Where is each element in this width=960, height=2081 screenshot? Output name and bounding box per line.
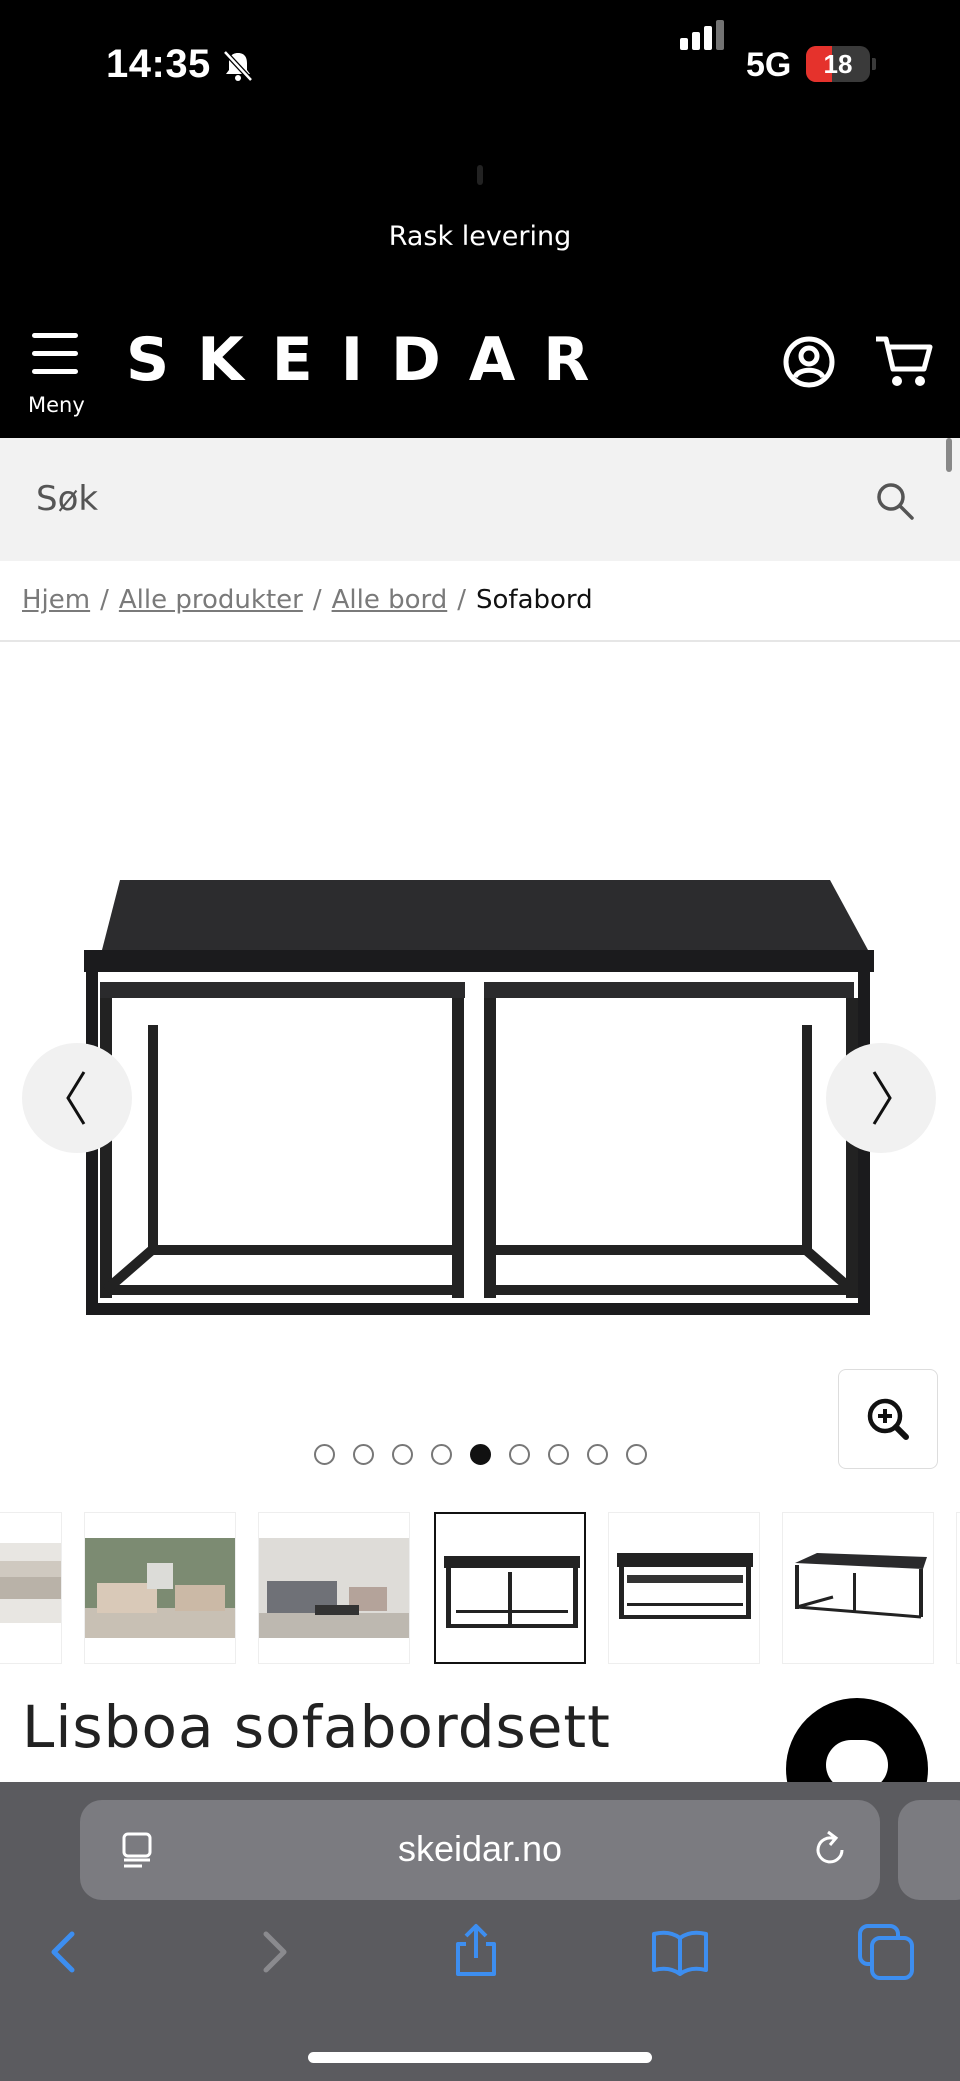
thumbnail-living-room-green[interactable] bbox=[84, 1512, 236, 1664]
breadcrumb-separator: / bbox=[100, 585, 109, 615]
announcement-indicator bbox=[477, 165, 483, 185]
announcement-text: Rask levering bbox=[388, 221, 572, 252]
hamburger-icon bbox=[32, 333, 78, 338]
next-tab-preview[interactable] bbox=[898, 1800, 960, 1900]
breadcrumb: Hjem / Alle produkter / Alle bord / Sofabord bbox=[22, 585, 593, 615]
page-scrollbar[interactable] bbox=[946, 438, 952, 472]
browser-toolbar: skeidar.no bbox=[0, 1782, 960, 2081]
gallery-dot[interactable] bbox=[469, 1444, 491, 1465]
gallery-pagination bbox=[0, 1444, 960, 1465]
site-logo[interactable]: SKEIDAR bbox=[126, 325, 617, 395]
prev-image-button[interactable] bbox=[22, 1043, 132, 1153]
reload-icon[interactable] bbox=[808, 1828, 852, 1872]
announcement-bar: Rask levering bbox=[0, 135, 960, 295]
account-icon[interactable] bbox=[782, 335, 836, 389]
hamburger-icon-bar bbox=[32, 351, 78, 356]
thumbnail-living-room-grey[interactable] bbox=[258, 1512, 410, 1664]
chevron-left-icon bbox=[66, 1071, 86, 1125]
gallery-dot[interactable] bbox=[352, 1444, 374, 1465]
address-bar[interactable]: skeidar.no bbox=[80, 1800, 880, 1900]
chevron-right-icon bbox=[872, 1071, 892, 1125]
share-icon[interactable] bbox=[446, 1922, 506, 1982]
thumbnail-more[interactable] bbox=[956, 1512, 960, 1664]
cart-icon[interactable] bbox=[874, 333, 934, 391]
breadcrumb-separator: / bbox=[312, 585, 322, 615]
gallery-dot[interactable] bbox=[430, 1444, 452, 1465]
search-icon[interactable] bbox=[874, 480, 916, 522]
product-image[interactable] bbox=[60, 860, 890, 1340]
gallery-dot[interactable] bbox=[391, 1444, 413, 1465]
status-time: 14:35 bbox=[106, 42, 211, 86]
thumbnail-table-front[interactable] bbox=[434, 1512, 586, 1664]
battery-nub bbox=[872, 58, 876, 70]
menu-label: Meny bbox=[28, 393, 85, 417]
divider bbox=[0, 640, 960, 642]
gallery-dot[interactable] bbox=[586, 1444, 608, 1465]
breadcrumb-all-products[interactable]: Alle produkter bbox=[119, 585, 303, 615]
thumbnail-sofa-1[interactable] bbox=[0, 1512, 62, 1664]
bell-muted-icon bbox=[223, 50, 253, 82]
battery-icon: 18 bbox=[806, 46, 870, 82]
next-image-button[interactable] bbox=[826, 1043, 936, 1153]
tabs-icon[interactable] bbox=[856, 1922, 916, 1982]
thumbnail-table-side[interactable] bbox=[608, 1512, 760, 1664]
gallery-dot[interactable] bbox=[313, 1444, 335, 1465]
product-title: Lisboa sofabordsett bbox=[22, 1693, 611, 1761]
back-icon[interactable] bbox=[34, 1922, 94, 1982]
search-input[interactable] bbox=[36, 474, 856, 524]
breadcrumb-all-tables[interactable]: Alle bord bbox=[332, 585, 448, 615]
status-bar: 14:35 5G 18 bbox=[0, 0, 960, 135]
battery-percent: 18 bbox=[823, 49, 853, 79]
gallery-dot[interactable] bbox=[508, 1444, 530, 1465]
site-header: Meny SKEIDAR bbox=[0, 295, 960, 438]
breadcrumb-current: Sofabord bbox=[476, 585, 593, 615]
breadcrumb-separator: / bbox=[457, 585, 467, 615]
forward-icon[interactable] bbox=[244, 1922, 304, 1982]
bookmarks-icon[interactable] bbox=[650, 1922, 710, 1982]
breadcrumb-home[interactable]: Hjem bbox=[22, 585, 90, 615]
gallery-dot[interactable] bbox=[547, 1444, 569, 1465]
home-indicator[interactable] bbox=[308, 2052, 652, 2063]
hamburger-icon-bar bbox=[32, 369, 78, 374]
gallery-dot[interactable] bbox=[625, 1444, 647, 1465]
thumbnail-strip bbox=[0, 1512, 960, 1664]
thumbnail-table-angle[interactable] bbox=[782, 1512, 934, 1664]
network-type: 5G bbox=[746, 46, 792, 84]
url-text: skeidar.no bbox=[397, 1828, 563, 1869]
menu-button[interactable]: Meny bbox=[22, 333, 94, 417]
search-bar bbox=[0, 438, 960, 561]
